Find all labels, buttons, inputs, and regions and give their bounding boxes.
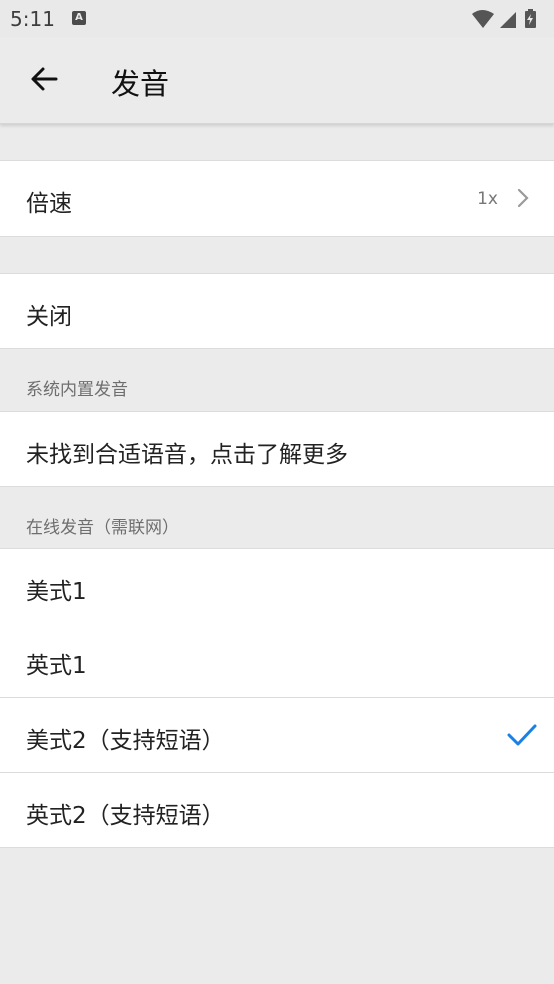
system-section-header: 系统内置发音: [26, 380, 128, 400]
voice-option-row[interactable]: 英式2（支持短语）: [0, 773, 554, 848]
signal-icon: [500, 12, 516, 28]
voice-option-label: 美式1: [26, 579, 87, 605]
voice-option-row[interactable]: 美式1: [0, 548, 554, 624]
system-voice-hint: 未找到合适语音，点击了解更多: [26, 442, 348, 468]
off-label: 关闭: [26, 304, 72, 330]
a-icon: A: [72, 11, 86, 25]
online-section-header: 在线发音（需联网）: [26, 518, 179, 538]
back-button[interactable]: [26, 61, 62, 97]
system-voice-hint-row[interactable]: 未找到合适语音，点击了解更多: [0, 411, 554, 487]
status-bar: 5:11 A: [0, 0, 554, 37]
off-row[interactable]: 关闭: [0, 273, 554, 349]
status-icons: [470, 8, 544, 34]
voice-option-label: 英式2（支持短语）: [26, 803, 225, 829]
arrow-left-icon: [31, 67, 58, 91]
chevron-right-icon: [517, 188, 529, 208]
checkmark-icon: [507, 724, 537, 746]
voice-option-label: 美式2（支持短语）: [26, 728, 225, 754]
page-title: 发音: [111, 67, 170, 101]
speed-label: 倍速: [26, 191, 72, 217]
voice-option-row[interactable]: 英式1: [0, 623, 554, 698]
status-time: 5:11: [10, 7, 55, 31]
wifi-icon: [472, 10, 494, 28]
voice-option-row-selected[interactable]: 美式2（支持短语）: [0, 698, 554, 773]
speed-row[interactable]: 倍速 1x: [0, 160, 554, 237]
speed-value: 1x: [477, 189, 498, 209]
status-icons-svg: [472, 9, 536, 28]
app-bar: 发音: [0, 37, 554, 124]
voice-option-label: 英式1: [26, 653, 87, 679]
